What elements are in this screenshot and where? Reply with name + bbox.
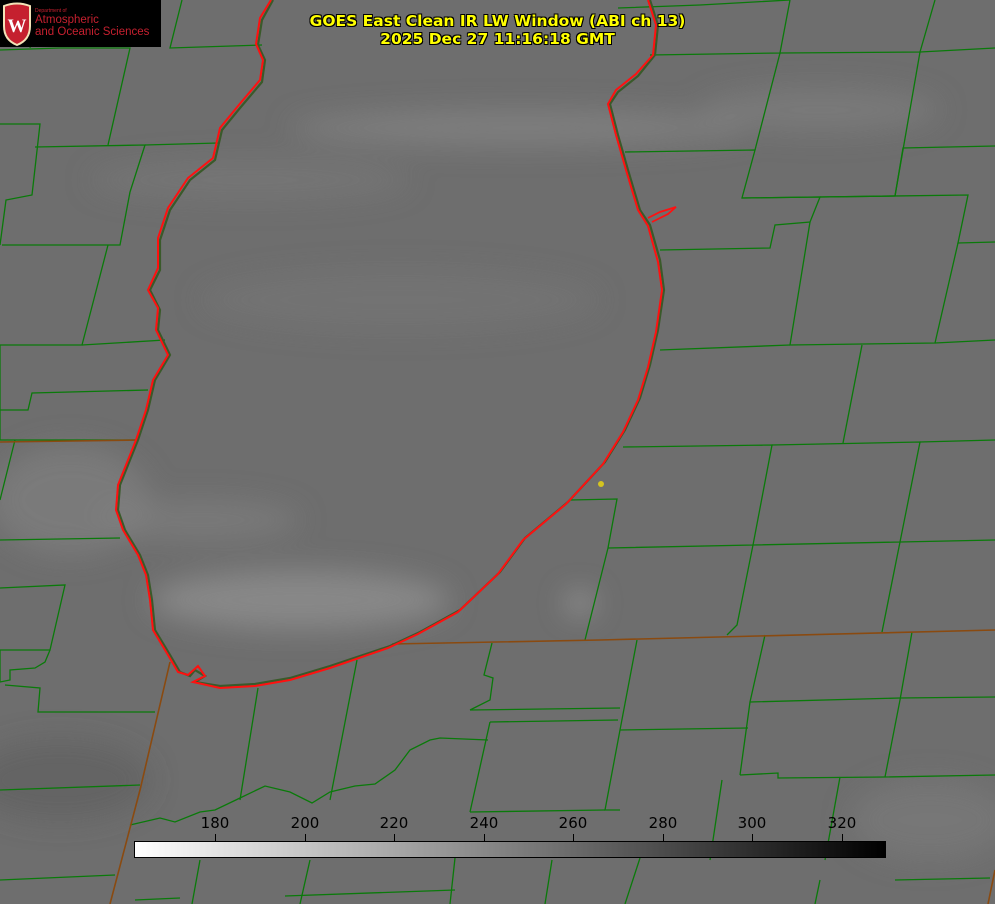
satellite-image-viewer: W Department of Atmospheric and Oceanic … (0, 0, 995, 904)
image-timestamp: 2025 Dec 27 11:16:18 GMT (380, 30, 615, 48)
colorbar-tick-label: 300 (737, 814, 767, 832)
colorbar (134, 841, 886, 858)
image-title: GOES East Clean IR LW Window (ABI ch 13) (309, 12, 686, 30)
colorbar-tick-mark (573, 834, 574, 841)
colorbar-tick-mark (752, 834, 753, 841)
colorbar-tick-mark (663, 834, 664, 841)
colorbar-tick-label: 220 (379, 814, 409, 832)
colorbar-tick-label: 260 (558, 814, 588, 832)
map-canvas (0, 0, 995, 904)
colorbar-tick-label: 320 (827, 814, 857, 832)
colorbar-tick-label: 200 (290, 814, 320, 832)
colorbar-tick-label: 180 (200, 814, 230, 832)
colorbar-tick-mark (305, 834, 306, 841)
colorbar-tick-mark (394, 834, 395, 841)
colorbar-tick-label: 240 (469, 814, 499, 832)
station-marker (598, 481, 604, 487)
colorbar-tick-label: 280 (648, 814, 678, 832)
colorbar-tick-mark (215, 834, 216, 841)
colorbar-tick-mark (484, 834, 485, 841)
colorbar-tick-mark (842, 834, 843, 841)
